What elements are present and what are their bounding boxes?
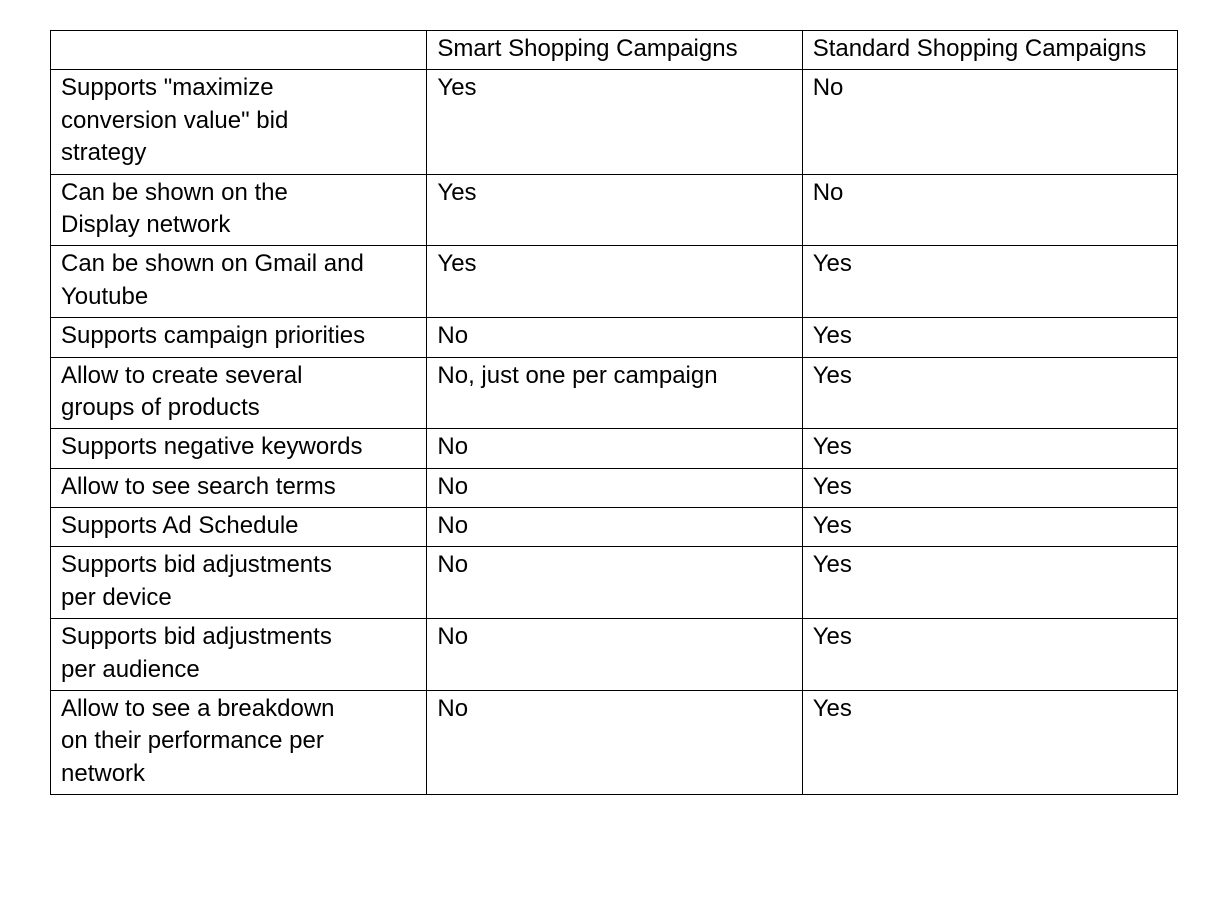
standard-cell: No xyxy=(802,174,1177,246)
feature-cell: Supports "maximize conversion value" bid… xyxy=(51,70,427,174)
table-header-row: Smart Shopping Campaigns Standard Shoppi… xyxy=(51,31,1178,70)
smart-cell: No xyxy=(427,547,802,619)
standard-cell: Yes xyxy=(802,318,1177,357)
smart-cell: No xyxy=(427,429,802,468)
table-row: Allow to see a breakdown on their perfor… xyxy=(51,691,1178,795)
table-row: Supports campaign priorities No Yes xyxy=(51,318,1178,357)
table-row: Supports "maximize conversion value" bid… xyxy=(51,70,1178,174)
feature-cell: Supports negative keywords xyxy=(51,429,427,468)
smart-cell: No xyxy=(427,318,802,357)
feature-cell: Can be shown on the Display network xyxy=(51,174,427,246)
table-row: Allow to create several groups of produc… xyxy=(51,357,1178,429)
table-row: Can be shown on Gmail and Youtube Yes Ye… xyxy=(51,246,1178,318)
standard-cell: Yes xyxy=(802,357,1177,429)
feature-cell: Supports bid adjustments per audience xyxy=(51,619,427,691)
feature-cell: Can be shown on Gmail and Youtube xyxy=(51,246,427,318)
table-row: Supports bid adjustments per audience No… xyxy=(51,619,1178,691)
smart-cell: No, just one per campaign xyxy=(427,357,802,429)
standard-cell: Yes xyxy=(802,508,1177,547)
feature-cell: Allow to see search terms xyxy=(51,468,427,507)
smart-cell: Yes xyxy=(427,246,802,318)
standard-cell: Yes xyxy=(802,429,1177,468)
feature-cell: Allow to see a breakdown on their perfor… xyxy=(51,691,427,795)
header-standard-shopping: Standard Shopping Campaigns xyxy=(802,31,1177,70)
standard-cell: Yes xyxy=(802,619,1177,691)
feature-cell: Allow to create several groups of produc… xyxy=(51,357,427,429)
smart-cell: No xyxy=(427,508,802,547)
standard-cell: Yes xyxy=(802,246,1177,318)
table-body: Supports "maximize conversion value" bid… xyxy=(51,70,1178,795)
table-row: Can be shown on the Display network Yes … xyxy=(51,174,1178,246)
standard-cell: Yes xyxy=(802,468,1177,507)
standard-cell: Yes xyxy=(802,691,1177,795)
header-blank xyxy=(51,31,427,70)
standard-cell: Yes xyxy=(802,547,1177,619)
feature-cell: Supports bid adjustments per device xyxy=(51,547,427,619)
standard-cell: No xyxy=(802,70,1177,174)
header-smart-shopping: Smart Shopping Campaigns xyxy=(427,31,802,70)
table-row: Supports bid adjustments per device No Y… xyxy=(51,547,1178,619)
table-row: Allow to see search terms No Yes xyxy=(51,468,1178,507)
table-row: Supports negative keywords No Yes xyxy=(51,429,1178,468)
comparison-table: Smart Shopping Campaigns Standard Shoppi… xyxy=(50,30,1178,795)
feature-cell: Supports Ad Schedule xyxy=(51,508,427,547)
smart-cell: Yes xyxy=(427,70,802,174)
smart-cell: No xyxy=(427,619,802,691)
smart-cell: Yes xyxy=(427,174,802,246)
table-row: Supports Ad Schedule No Yes xyxy=(51,508,1178,547)
smart-cell: No xyxy=(427,691,802,795)
feature-cell: Supports campaign priorities xyxy=(51,318,427,357)
smart-cell: No xyxy=(427,468,802,507)
